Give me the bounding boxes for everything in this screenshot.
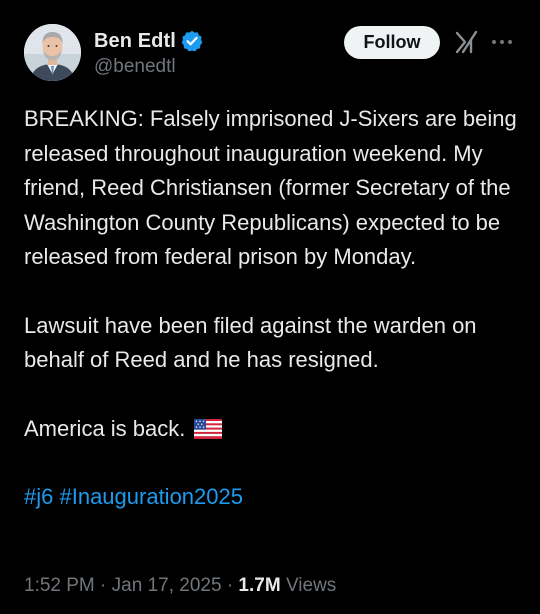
follow-button[interactable]: Follow xyxy=(344,26,440,59)
grok-icon[interactable] xyxy=(454,29,480,55)
tweet-paragraph-closing: America is back. xyxy=(24,412,524,447)
us-flag-icon xyxy=(193,415,222,439)
author-info: Ben Edtl @benedtl xyxy=(94,28,203,78)
hashtag-link[interactable]: #Inauguration2025 xyxy=(59,484,243,509)
hashtag-link[interactable]: #j6 xyxy=(24,484,53,509)
display-name[interactable]: Ben Edtl xyxy=(94,30,176,53)
tweet-text: BREAKING: Falsely imprisoned J-Sixers ar… xyxy=(24,102,524,515)
tweet-time[interactable]: 1:52 PM xyxy=(24,575,95,596)
author-handle[interactable]: @benedtl xyxy=(94,56,203,78)
meta-separator: · xyxy=(100,575,107,596)
views-label: Views xyxy=(285,575,337,596)
views-count[interactable]: 1.7M xyxy=(238,575,280,596)
hashtags: #j6 #Inauguration2025 xyxy=(24,480,524,515)
name-row: Ben Edtl xyxy=(94,28,203,54)
avatar[interactable] xyxy=(24,24,81,81)
closing-text: America is back. xyxy=(24,415,186,441)
more-options-icon[interactable] xyxy=(490,32,514,52)
meta-separator: · xyxy=(226,575,234,596)
tweet: Ben Edtl @benedtl Follow BREAKING: False… xyxy=(0,0,540,614)
tweet-paragraph: BREAKING: Falsely imprisoned J-Sixers ar… xyxy=(24,106,517,269)
tweet-header: Ben Edtl @benedtl Follow xyxy=(24,24,518,82)
avatar-image xyxy=(24,24,81,81)
tweet-meta: 1:52 PM · Jan 17, 2025 · 1.7M Views xyxy=(24,575,336,597)
tweet-date[interactable]: Jan 17, 2025 xyxy=(112,575,222,596)
verified-badge-icon[interactable] xyxy=(181,30,203,52)
tweet-paragraph: Lawsuit have been filed against the ward… xyxy=(24,312,477,373)
